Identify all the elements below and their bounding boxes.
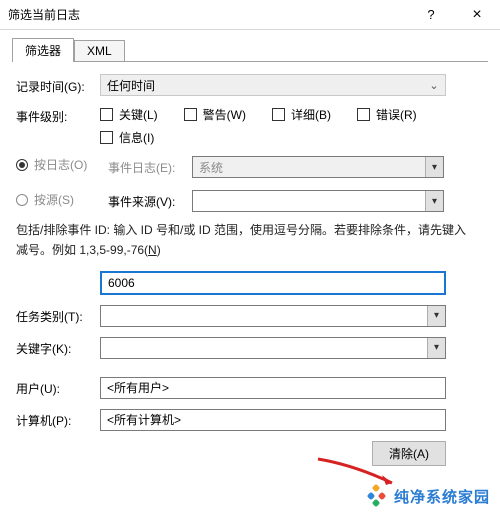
checkbox-critical[interactable]: 关键(L) [100, 106, 158, 123]
computer-value: <所有计算机> [107, 411, 181, 428]
radio-icon [16, 159, 28, 171]
watermark: 纯净系统家园 [368, 485, 490, 507]
tab-xml[interactable]: XML [74, 40, 125, 61]
computer-input[interactable]: <所有计算机> [100, 409, 446, 431]
task-dropdown[interactable]: ▾ [100, 305, 446, 327]
logged-time-dropdown[interactable]: 任何时间 ⌄ [100, 74, 446, 96]
checkbox-info[interactable]: 信息(I) [100, 129, 154, 146]
checkbox-warning-label: 警告(W) [203, 106, 246, 123]
radio-by-log-label: 按日志(O) [34, 156, 87, 173]
tab-filter[interactable]: 筛选器 [12, 38, 74, 62]
label-event-source: 事件来源(V): [108, 193, 186, 210]
label-keyword: 关键字(K): [16, 338, 100, 357]
checkbox-warning[interactable]: 警告(W) [184, 106, 246, 123]
user-value: <所有用户> [107, 379, 169, 396]
checkbox-verbose[interactable]: 详细(B) [272, 106, 331, 123]
event-id-value: 6006 [108, 276, 135, 290]
label-user: 用户(U): [16, 378, 100, 397]
checkbox-error-label: 错误(R) [376, 106, 417, 123]
label-level: 事件级别: [16, 106, 100, 125]
clear-button[interactable]: 清除(A) [372, 441, 446, 466]
help-button[interactable]: ? [408, 0, 454, 29]
checkbox-critical-label: 关键(L) [119, 106, 158, 123]
label-computer: 计算机(P): [16, 410, 100, 429]
chevron-down-icon: ▾ [427, 306, 445, 326]
keyword-dropdown[interactable]: ▾ [100, 337, 446, 359]
event-log-dropdown: 系统 ▾ [192, 156, 444, 178]
label-event-log: 事件日志(E): [108, 159, 186, 176]
chevron-down-icon: ⌄ [423, 75, 445, 95]
label-task: 任务类别(T): [16, 306, 100, 325]
checkbox-error[interactable]: 错误(R) [357, 106, 417, 123]
chevron-down-icon: ▾ [425, 157, 443, 177]
checkbox-info-label: 信息(I) [119, 129, 154, 146]
radio-by-source: 按源(S) [16, 191, 100, 208]
radio-by-source-label: 按源(S) [34, 191, 74, 208]
titlebar: 筛选当前日志 ? × [0, 0, 500, 30]
user-input[interactable]: <所有用户> [100, 377, 446, 399]
checkbox-verbose-label: 详细(B) [291, 106, 331, 123]
close-button[interactable]: × [454, 0, 500, 29]
watermark-logo-icon [368, 485, 390, 507]
chevron-down-icon: ▾ [427, 338, 445, 358]
window-controls: ? × [408, 0, 500, 29]
event-source-dropdown[interactable]: ▾ [192, 190, 444, 212]
description-link[interactable]: N [148, 243, 157, 257]
radio-icon [16, 194, 28, 206]
event-id-input[interactable]: 6006 [100, 271, 446, 295]
event-log-value: 系统 [193, 159, 425, 176]
logged-time-value: 任何时间 [101, 77, 423, 94]
client-area: 筛选器 XML 记录时间(G): 任何时间 ⌄ 事件级别: 关键(L) 警告(W… [0, 30, 500, 482]
tab-strip: 筛选器 XML [12, 38, 488, 62]
watermark-text: 纯净系统家园 [394, 486, 490, 507]
label-event-id-spacer [16, 282, 100, 284]
label-logged: 记录时间(G): [16, 76, 100, 95]
filter-form: 记录时间(G): 任何时间 ⌄ 事件级别: 关键(L) 警告(W) 详细(B) … [12, 62, 488, 470]
chevron-down-icon: ▾ [425, 191, 443, 211]
radio-by-log: 按日志(O) [16, 156, 100, 173]
window-title: 筛选当前日志 [8, 6, 80, 23]
event-id-description: 包括/排除事件 ID: 输入 ID 号和/或 ID 范围，使用逗号分隔。若要排除… [16, 220, 484, 261]
